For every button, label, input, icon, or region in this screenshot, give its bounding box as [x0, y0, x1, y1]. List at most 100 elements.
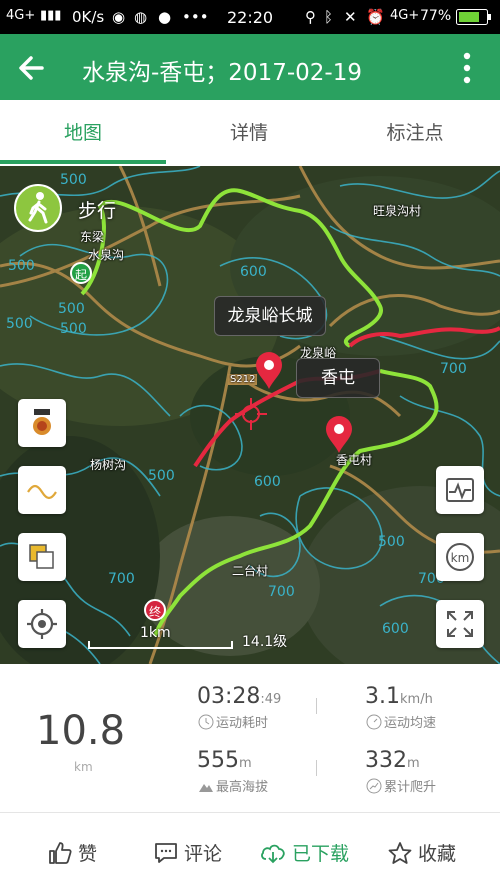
duration-value: 03:28:49 — [197, 684, 282, 709]
map-pin-icon[interactable] — [325, 416, 353, 454]
max-altitude-label: 最高海拔 — [198, 776, 268, 795]
tab-markers[interactable]: 标注点 — [332, 100, 498, 166]
place-label: 水泉沟 — [88, 248, 125, 262]
walking-mode-badge — [14, 184, 62, 232]
fullscreen-button[interactable] — [436, 600, 484, 648]
more-vertical-icon — [463, 52, 471, 84]
map-view[interactable]: 500 500 500 500 600 500 700 500 600 700 … — [0, 166, 500, 664]
elevation-profile-button[interactable] — [18, 466, 66, 514]
cloud-download-icon — [261, 844, 285, 864]
scale-label: 1km — [140, 625, 171, 641]
tab-map[interactable]: 地图 — [0, 100, 166, 166]
location-icon: ⚲ — [305, 8, 316, 26]
more-notifications: ••• — [182, 8, 209, 26]
walking-icon — [28, 192, 48, 224]
activity-type: 步行 — [78, 200, 117, 222]
contour-label: 700 — [440, 361, 467, 377]
app-bar: 水泉沟-香屯；2017-02-19 — [0, 34, 500, 100]
total-distance: 10.8 — [36, 708, 126, 754]
action-bar: 赞 评论 已下载 收藏 — [0, 812, 500, 889]
place-label: 二台村 — [232, 564, 269, 578]
contour-label: 500 — [58, 301, 85, 317]
clock-icon — [198, 714, 214, 730]
target-icon — [27, 609, 57, 639]
heartbeat-chart-icon — [446, 478, 474, 502]
scale-bar — [88, 641, 233, 649]
total-climb-label: 累计爬升 — [366, 776, 436, 795]
wave-icon — [27, 484, 57, 500]
more-options-button[interactable] — [458, 50, 476, 86]
poi-callout-xiangtun[interactable]: 香屯 — [296, 358, 380, 398]
end-marker[interactable]: 终 — [144, 599, 166, 621]
tab-indicator — [0, 160, 166, 164]
contour-label: 700 — [108, 571, 135, 587]
star-icon — [388, 842, 412, 864]
wechat-icon: ◍ — [134, 8, 148, 26]
contour-label: 600 — [382, 621, 409, 637]
page-title: 水泉沟-香屯；2017-02-19 — [82, 60, 362, 86]
favorite-button[interactable]: 收藏 — [388, 839, 456, 866]
comment-icon — [155, 843, 177, 863]
speedometer-icon — [366, 714, 382, 730]
duration-label: 运动耗时 — [198, 712, 268, 731]
km-markers-button[interactable]: km — [436, 533, 484, 581]
status-bar: 4G+ ▮▮▮ 0K/s ◉ ◍ ● ••• 22:20 ⚲ ᛒ ✕ ⏰ 4G+… — [0, 0, 500, 34]
network-indicator: 4G+ — [6, 8, 36, 23]
network-indicator-2: 4G+ — [390, 8, 420, 23]
total-climb-value: 332m — [365, 748, 420, 773]
battery-icon — [456, 9, 492, 29]
alarm-icon: ⏰ — [366, 8, 385, 26]
message-icon: ● — [158, 8, 172, 26]
medal-icon — [33, 409, 51, 435]
contour-label: 600 — [254, 474, 281, 490]
poi-callout-longquanyu[interactable]: 龙泉峪长城 — [214, 296, 326, 336]
map-terrain — [0, 166, 500, 664]
contour-label: 700 — [268, 584, 295, 600]
distance-unit: km — [74, 760, 93, 774]
layers-button[interactable] — [18, 533, 66, 581]
start-marker[interactable]: 起 — [70, 262, 92, 284]
downloaded-button[interactable]: 已下载 — [260, 839, 349, 866]
signal-icon: ▮▮▮ — [40, 8, 62, 23]
avg-speed-value: 3.1km/h — [365, 684, 433, 709]
tab-bar: 地图 详情 标注点 — [0, 100, 500, 166]
divider — [316, 760, 317, 776]
map-pin-icon[interactable] — [255, 352, 283, 390]
climb-icon — [366, 778, 382, 794]
expand-icon — [447, 611, 473, 637]
clock: 22:20 — [227, 8, 274, 27]
track-stats-panel: 10.8 km 03:28:49 运动耗时 3.1km/h 运动均速 555m … — [0, 664, 500, 812]
thumbs-up-icon — [49, 842, 72, 864]
contour-label: 500 — [378, 534, 405, 550]
contour-label: 500 — [8, 258, 35, 274]
svg-text:km: km — [451, 551, 470, 565]
contour-label: 500 — [148, 468, 175, 484]
checkin-button[interactable] — [18, 399, 66, 447]
max-altitude-value: 555m — [197, 748, 252, 773]
layers-icon — [29, 544, 54, 569]
place-label: 东梁 — [80, 230, 105, 244]
road-sign: S212 — [228, 374, 258, 385]
divider — [316, 698, 317, 714]
qq-icon: ◉ — [112, 8, 126, 26]
km-icon: km — [446, 543, 474, 571]
contour-label: 500 — [60, 172, 87, 188]
mute-icon: ✕ — [344, 8, 357, 26]
back-button[interactable] — [14, 50, 50, 86]
chart-button[interactable] — [436, 466, 484, 514]
arrow-left-icon — [19, 56, 44, 80]
comment-button[interactable]: 评论 — [154, 839, 222, 866]
mountain-icon — [199, 784, 213, 792]
bluetooth-icon: ᛒ — [324, 8, 334, 26]
contour-label: 600 — [240, 264, 267, 280]
avg-speed-label: 运动均速 — [366, 712, 436, 731]
contour-label: 500 — [60, 321, 87, 337]
tab-details[interactable]: 详情 — [166, 100, 332, 166]
network-speed: 0K/s — [72, 8, 105, 26]
contour-label: 500 — [6, 316, 33, 332]
locate-button[interactable] — [18, 600, 66, 648]
battery-percent: 77% — [420, 8, 452, 24]
place-label: 旺泉沟村 — [373, 204, 422, 218]
like-button[interactable]: 赞 — [48, 839, 97, 866]
zoom-level: 14.1级 — [242, 634, 288, 650]
